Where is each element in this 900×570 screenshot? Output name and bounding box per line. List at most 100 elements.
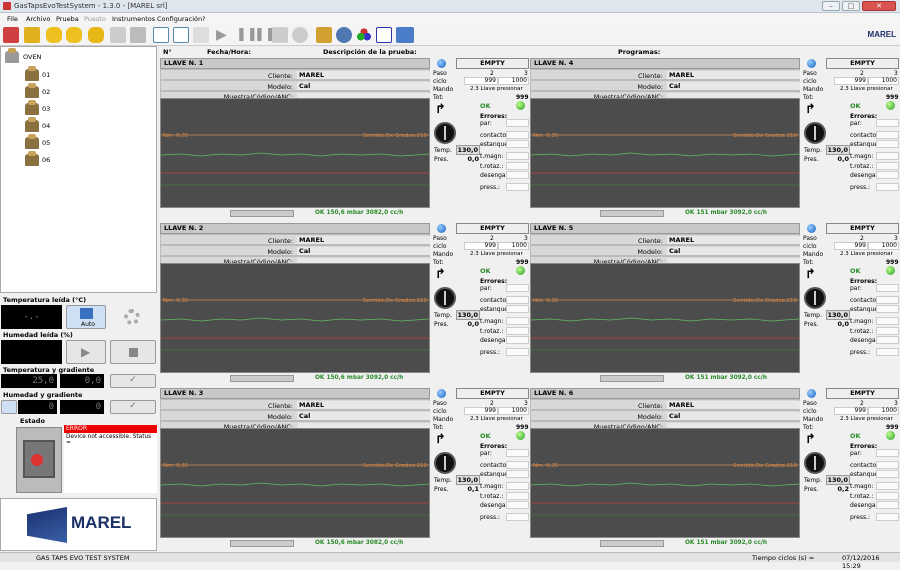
temp-value: 130,0	[456, 145, 480, 155]
panel-title: LLAVE N. 6	[530, 388, 800, 399]
play-icon[interactable]: ▶	[216, 27, 232, 43]
torque-chart: Nm: 0,35 Sentido:Dx Grados:210	[160, 428, 430, 538]
window-title: GasTapsEvoTestSystem - 1.3.0 - [MAREL sr…	[14, 2, 168, 10]
error-item-label: par:	[850, 120, 862, 127]
progress-bar	[600, 540, 664, 547]
tree-item-04[interactable]: 04	[25, 117, 65, 132]
temp-apply-button[interactable]: ✓	[110, 374, 156, 388]
wrench-icon[interactable]	[316, 27, 332, 43]
tree-item-06[interactable]: 06	[25, 151, 65, 166]
menu-prueba[interactable]: Prueba	[56, 15, 79, 23]
ciclo-current: 999	[834, 77, 868, 85]
llave-panel: LLAVE N. 4 Cliente: MAREL Modelo: Cal Mues…	[530, 58, 900, 222]
ciclo-current: 999	[834, 242, 868, 250]
empty-button[interactable]: EMPTY	[456, 388, 529, 399]
gear-icon[interactable]	[336, 27, 352, 43]
cliente-value: MAREL	[667, 71, 800, 79]
book-icon[interactable]	[396, 27, 414, 43]
empty-button[interactable]: EMPTY	[456, 223, 529, 234]
tree-root[interactable]: OVEN	[5, 48, 65, 63]
document-icon[interactable]	[153, 27, 169, 43]
hum-setpoint-input[interactable]: 0	[18, 400, 57, 414]
temp-gradient-input[interactable]: 0,0	[60, 374, 104, 388]
chart-label-nm: Nm: 0,35	[533, 133, 559, 139]
ciclo-total: 1000	[498, 242, 529, 250]
temp-value: 130,0	[826, 145, 850, 155]
menu-help[interactable]: ?	[202, 15, 205, 23]
menu-archivo[interactable]: Archivo	[26, 15, 50, 23]
error-item-value	[506, 284, 529, 292]
cylinder-list-icon[interactable]	[88, 27, 104, 43]
hum-apply-button[interactable]: ✓	[110, 400, 156, 414]
tree-item-03[interactable]: 03	[25, 100, 65, 115]
status-led-green	[886, 101, 895, 110]
llave-panel: LLAVE N. 2 Cliente: MAREL Modelo: Cal Mues…	[160, 223, 530, 387]
ciclo-current: 999	[834, 407, 868, 415]
palette-icon[interactable]	[356, 27, 372, 43]
empty-button[interactable]: EMPTY	[826, 58, 899, 69]
save-icon[interactable]	[272, 27, 288, 43]
temp-setpoint-input[interactable]: 25,0	[1, 374, 57, 388]
document-list-icon[interactable]	[173, 27, 189, 43]
error-item-value	[506, 482, 529, 490]
cylinder-icon[interactable]	[46, 27, 62, 43]
menu-file[interactable]: File	[7, 15, 18, 23]
error-item-value	[876, 284, 899, 292]
hum-read-label: Humedad leída (%)	[3, 331, 73, 339]
menu-instrumentos[interactable]: Instrumentos	[112, 15, 155, 23]
tree-item-05[interactable]: 05	[25, 134, 65, 149]
error-item-value	[506, 336, 529, 344]
close-button[interactable]: ✕	[862, 1, 896, 11]
copy-icon[interactable]	[110, 27, 126, 43]
chart-label-sentido: Sentido:Dx Grados:210	[733, 298, 797, 304]
temp-value: 130,0	[456, 475, 480, 485]
enter-icon[interactable]	[3, 27, 19, 43]
error-item-value	[876, 317, 899, 325]
status-led-blue	[437, 389, 446, 398]
panel-header: N° Fecha/Hora: Descripción de la prueba:…	[160, 46, 900, 57]
edit-icon[interactable]	[193, 27, 209, 43]
oven-status-image	[16, 427, 62, 493]
tree-item-02[interactable]: 02	[25, 83, 65, 98]
modelo-row: Modelo: Cal	[530, 245, 800, 256]
cliente-row: Cliente: MAREL	[530, 399, 800, 410]
mando-value: 2.3 Llave presionar	[840, 251, 893, 257]
auto-button[interactable]: Auto	[66, 305, 106, 329]
status-led-blue	[807, 59, 816, 68]
play-button[interactable]: ▶	[66, 340, 106, 364]
delete-icon[interactable]	[130, 27, 146, 43]
paso-current: 2	[860, 235, 864, 242]
menu-puesto[interactable]: Puesto	[84, 15, 106, 23]
error-item-label: t.rotaz.:	[480, 328, 504, 335]
error-item-value	[876, 131, 899, 139]
pause-icon[interactable]: ❚❚	[236, 27, 258, 43]
empty-button[interactable]: EMPTY	[826, 223, 899, 234]
empty-button[interactable]: EMPTY	[826, 388, 899, 399]
modelo-row: Modelo: Cal	[530, 80, 800, 91]
hum-gradient-input[interactable]: 0	[60, 400, 104, 414]
error-item-label: par:	[850, 450, 862, 457]
hum-read-display	[1, 340, 62, 364]
tree-item-01[interactable]: 01	[25, 66, 65, 81]
error-item-value	[506, 152, 529, 160]
gauge-icon	[804, 452, 826, 474]
stop-button[interactable]	[110, 340, 156, 364]
settings-gear-button[interactable]	[110, 305, 156, 329]
search-icon[interactable]	[292, 27, 308, 43]
check-icon: ✓	[129, 401, 137, 411]
tap-icon	[25, 83, 39, 98]
humidity-toggle[interactable]	[1, 400, 17, 414]
menu-configuracion[interactable]: Configuración	[157, 15, 202, 23]
error-item-value	[876, 140, 899, 148]
maximize-button[interactable]: □	[842, 1, 860, 11]
empty-button[interactable]: EMPTY	[456, 58, 529, 69]
tot-value: 999	[886, 259, 899, 266]
chart-icon[interactable]	[376, 27, 392, 43]
mando-value: 2.3 Llave presionar	[470, 251, 523, 257]
errores-label: Errores:	[850, 443, 878, 450]
minimize-button[interactable]: –	[822, 1, 840, 11]
lock-icon[interactable]	[24, 27, 40, 43]
cylinder-add-icon[interactable]	[66, 27, 82, 43]
error-item-value	[876, 327, 899, 335]
pause-icon[interactable]: ❚❚	[254, 27, 276, 43]
